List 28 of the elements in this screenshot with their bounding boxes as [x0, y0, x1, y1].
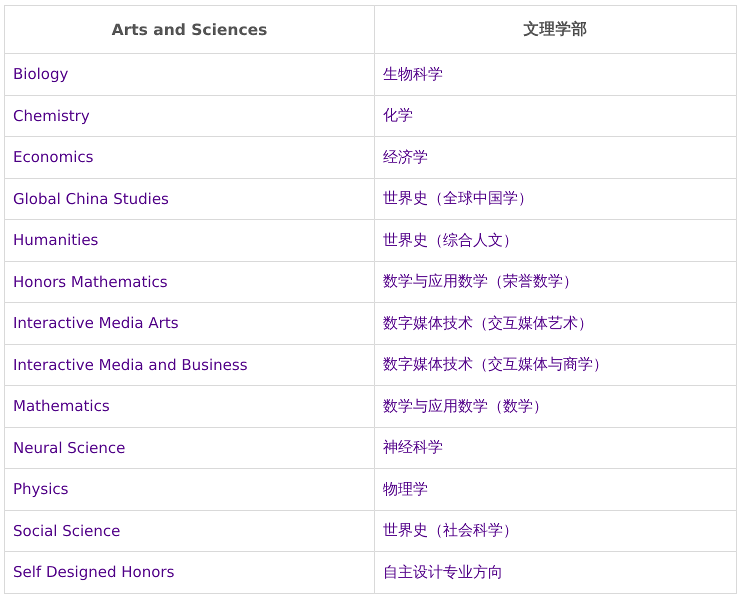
- table-cell: Biology: [4, 54, 374, 95]
- table-cell: 神经科学: [374, 427, 736, 468]
- table-cell: Chemistry: [4, 95, 374, 136]
- table-cell: Global China Studies: [4, 178, 374, 220]
- table-cell: Social Science: [4, 510, 374, 552]
- table-cell: Self Designed Honors: [4, 552, 374, 593]
- table-cell: 世界史（全球中国学）: [374, 178, 736, 220]
- column-header: 文理学部: [374, 6, 736, 54]
- table-cell: 数字媒体技术（交互媒体与商学）: [374, 344, 736, 386]
- table-cell: 世界史（社会科学）: [374, 510, 736, 552]
- table-cell: 世界史（综合人文）: [374, 220, 736, 261]
- table-cell: 生物科学: [374, 54, 736, 95]
- table-cell: 数字媒体技术（交互媒体艺术）: [374, 302, 736, 344]
- table-cell: Interactive Media Arts: [4, 302, 374, 344]
- column-header: Arts and Sciences: [4, 6, 374, 54]
- table-cell: Humanities: [4, 220, 374, 261]
- table-cell: Physics: [4, 468, 374, 510]
- table-cell: 数学与应用数学（数学）: [374, 386, 736, 427]
- table-cell: 经济学: [374, 136, 736, 178]
- table-cell: 数学与应用数学（荣誉数学）: [374, 261, 736, 302]
- table-cell: Neural Science: [4, 427, 374, 468]
- table-cell: Mathematics: [4, 386, 374, 427]
- table-cell: 物理学: [374, 468, 736, 510]
- table-cell: Interactive Media and Business: [4, 344, 374, 386]
- table-cell: Honors Mathematics: [4, 261, 374, 302]
- table-cell: 化学: [374, 95, 736, 136]
- table-cell: Economics: [4, 136, 374, 178]
- table-cell: 自主设计专业方向: [374, 552, 736, 593]
